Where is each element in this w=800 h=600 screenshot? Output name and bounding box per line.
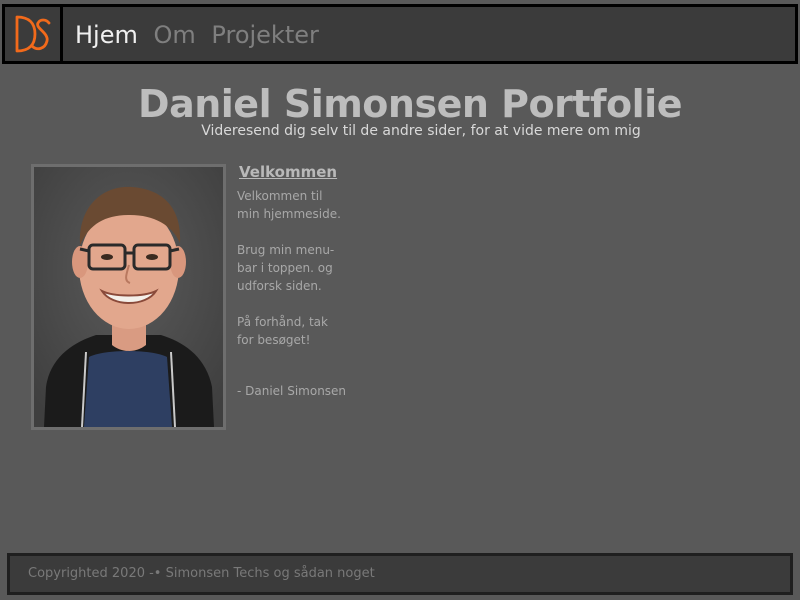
footer-copyright: Copyrighted 2020 -• Simonsen Techs og så… [28, 566, 375, 581]
welcome-text: Velkommen til min hjemmeside. Brug min m… [237, 187, 357, 349]
page-title: Daniel Simonsen Portfolie [138, 82, 682, 126]
nav-link-projects[interactable]: Projekter [211, 21, 318, 49]
welcome-signature: - Daniel Simonsen [237, 384, 347, 398]
welcome-line: bar i toppen. og [237, 261, 333, 275]
page-subtitle: Videresend dig selv til de andre sider, … [201, 123, 641, 139]
site-logo[interactable] [5, 7, 63, 61]
welcome-line: for besøget! [237, 333, 311, 347]
nav-link-home[interactable]: Hjem [75, 21, 138, 49]
welcome-line: udforsk siden. [237, 279, 322, 293]
footer-bar: Copyrighted 2020 -• Simonsen Techs og så… [7, 553, 793, 595]
portrait-illustration [34, 167, 223, 427]
nav-links: Hjem Om Projekter [75, 21, 327, 49]
welcome-line: Velkommen til [237, 189, 323, 203]
nav-link-about[interactable]: Om [154, 21, 196, 49]
welcome-line: Brug min menu- [237, 243, 335, 257]
portrait-photo [31, 164, 226, 430]
welcome-heading: Velkommen [239, 163, 338, 181]
top-nav-bar: Hjem Om Projekter [2, 4, 798, 64]
ds-logo-icon [15, 15, 51, 53]
welcome-line: min hjemmeside. [237, 207, 341, 221]
welcome-line: På forhånd, tak [237, 315, 328, 329]
